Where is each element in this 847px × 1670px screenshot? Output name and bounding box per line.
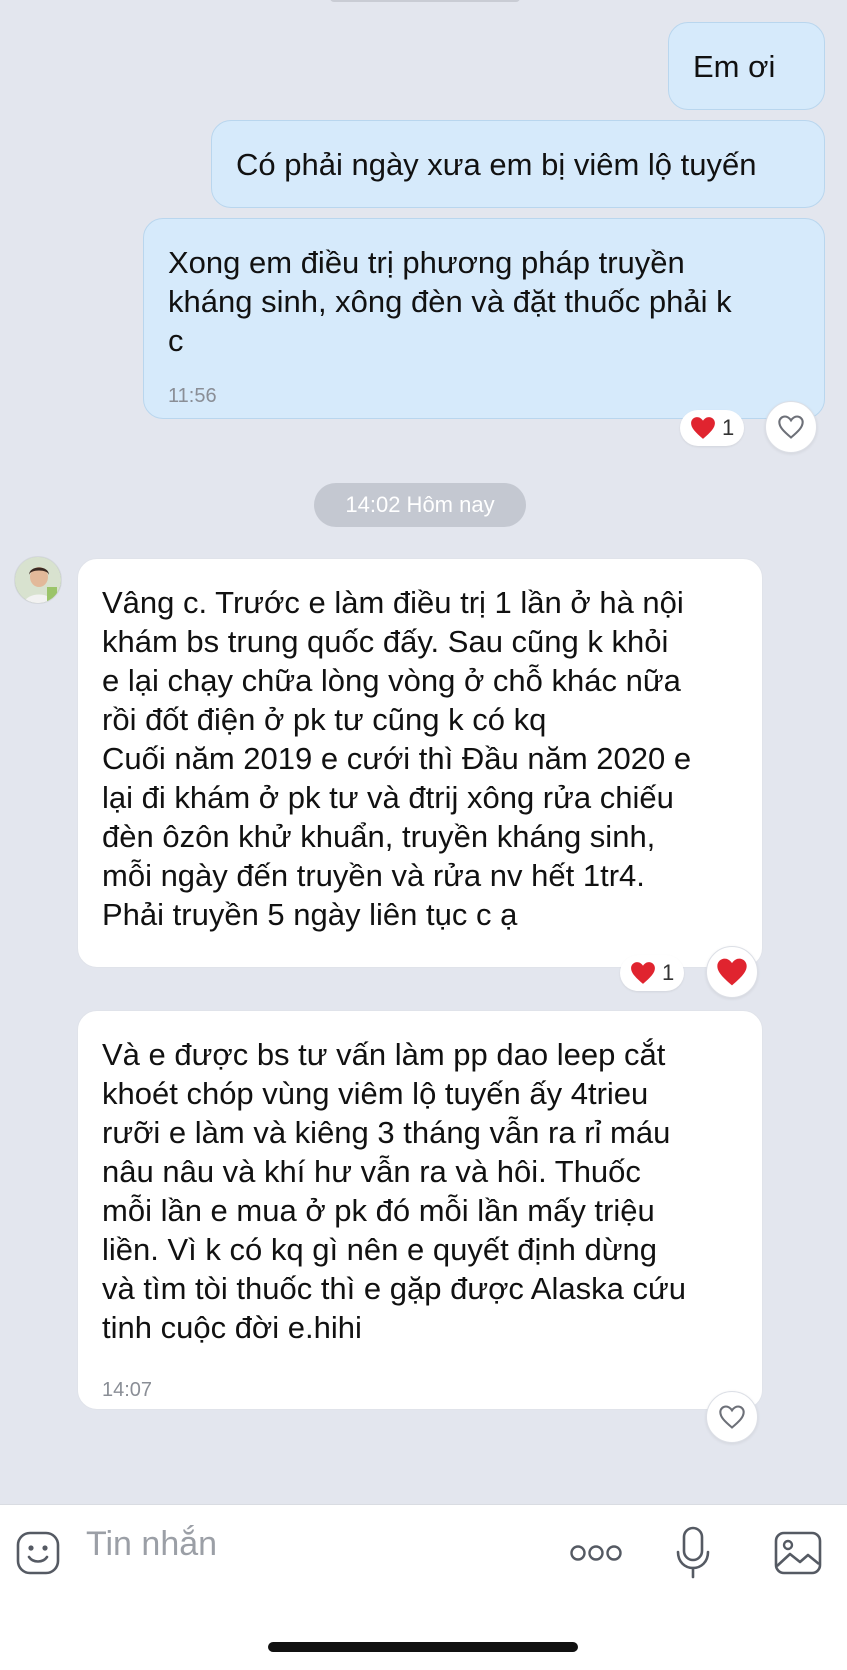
reaction-count-badge[interactable]: 1 bbox=[680, 410, 745, 446]
previous-message-edge bbox=[330, 0, 520, 2]
outgoing-message-bubble[interactable]: Xong em điều trị phương pháp truyền khán… bbox=[143, 218, 825, 419]
outgoing-message-bubble[interactable]: Em ơi bbox=[668, 22, 825, 110]
home-indicator[interactable] bbox=[268, 1642, 578, 1652]
incoming-message-bubble[interactable]: Và e được bs tư vấn làm pp dao leep cắt … bbox=[77, 1010, 763, 1410]
message-text: Vâng c. Trước e làm điều trị 1 lần ở hà … bbox=[102, 585, 692, 932]
voice-message-button[interactable] bbox=[668, 1523, 718, 1583]
reaction-count: 1 bbox=[722, 415, 735, 440]
message-text: Và e được bs tư vấn làm pp dao leep cắt … bbox=[102, 1037, 686, 1345]
date-divider: 14:02 Hôm nay bbox=[314, 483, 526, 527]
react-button[interactable] bbox=[765, 401, 817, 453]
microphone-icon bbox=[676, 1526, 710, 1579]
heart-icon bbox=[717, 958, 747, 986]
heart-outline-icon bbox=[778, 415, 804, 439]
incoming-message-bubble[interactable]: Vâng c. Trước e làm điều trị 1 lần ở hà … bbox=[77, 558, 763, 968]
message-timestamp: 11:56 bbox=[168, 385, 217, 407]
image-icon bbox=[774, 1531, 822, 1575]
sticker-icon bbox=[16, 1531, 60, 1575]
react-button[interactable] bbox=[706, 946, 758, 998]
heart-icon bbox=[631, 962, 655, 984]
reaction-count: 1 bbox=[662, 960, 675, 985]
heart-icon bbox=[691, 417, 715, 439]
message-text: Xong em điều trị phương pháp truyền khán… bbox=[168, 245, 732, 358]
message-input[interactable]: Tin nhắn bbox=[86, 1525, 217, 1564]
message-text: Em ơi bbox=[693, 49, 776, 84]
outgoing-message-bubble[interactable]: Có phải ngày xưa em bị viêm lộ tuyến bbox=[211, 120, 825, 208]
sticker-button[interactable] bbox=[12, 1527, 64, 1579]
message-text: Có phải ngày xưa em bị viêm lộ tuyến bbox=[236, 147, 757, 182]
avatar-photo bbox=[15, 557, 61, 603]
more-dots-icon bbox=[570, 1545, 622, 1561]
heart-outline-icon bbox=[719, 1405, 745, 1429]
message-timestamp: 14:07 bbox=[102, 1379, 153, 1401]
react-button[interactable] bbox=[706, 1391, 758, 1443]
reaction-count-badge[interactable]: 1 bbox=[620, 955, 685, 991]
image-button[interactable] bbox=[770, 1525, 826, 1581]
contact-avatar[interactable] bbox=[14, 556, 62, 604]
more-options-button[interactable] bbox=[566, 1535, 626, 1571]
